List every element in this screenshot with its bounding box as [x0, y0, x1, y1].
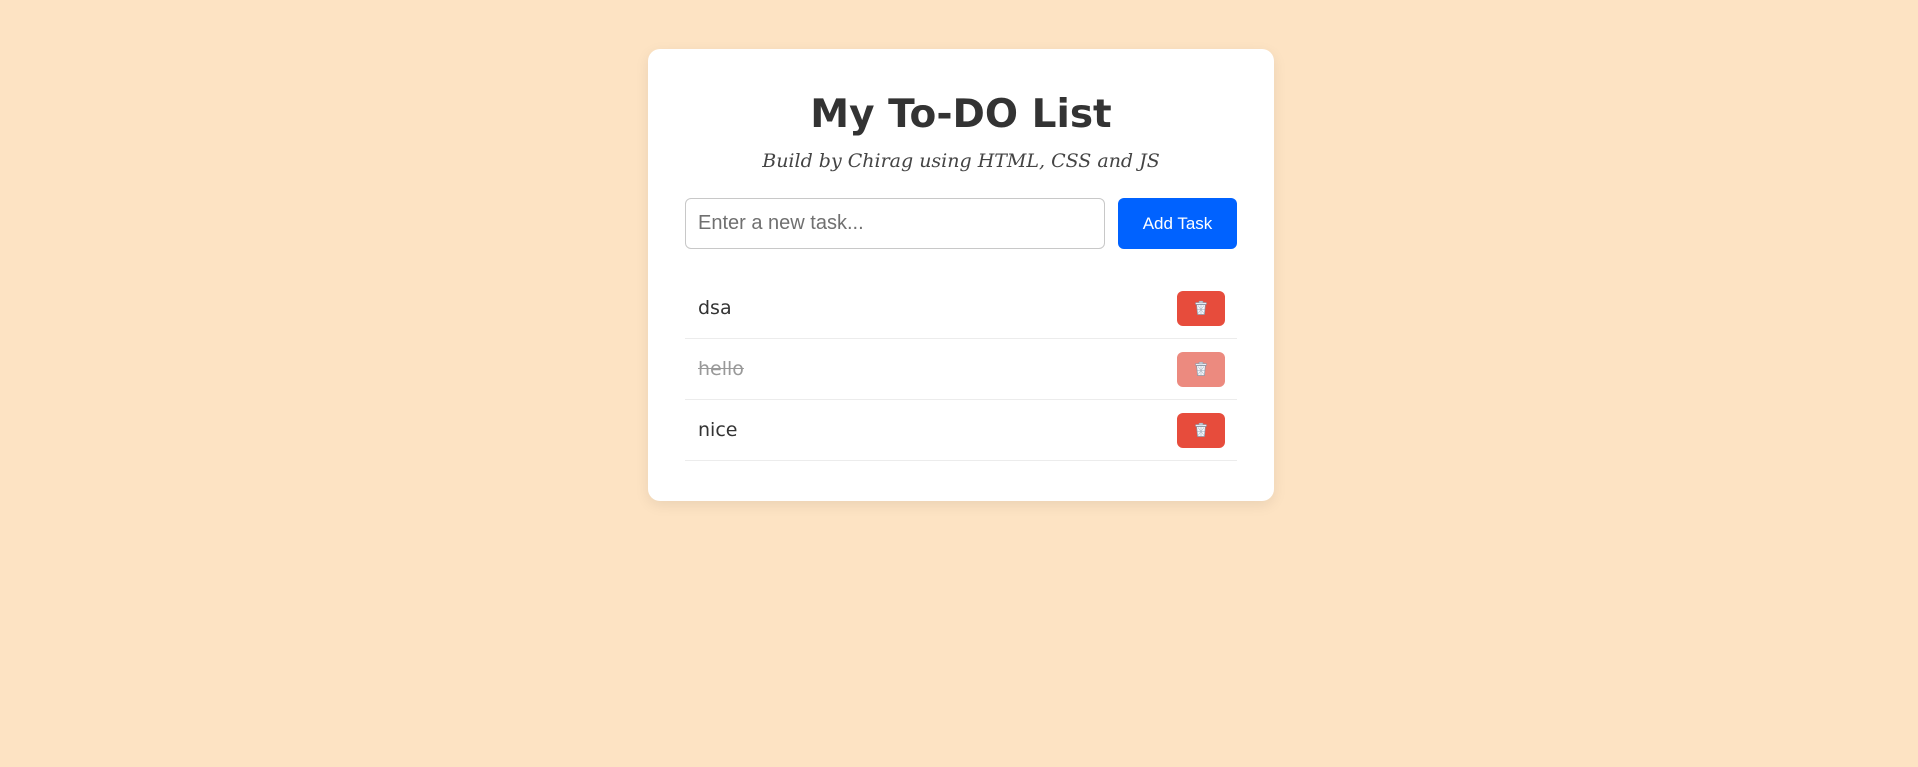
- task-input-row: Add Task: [685, 198, 1237, 249]
- task-text[interactable]: hello: [698, 358, 744, 380]
- add-task-button[interactable]: Add Task: [1118, 198, 1237, 249]
- task-list: dsa hello nice: [685, 278, 1237, 461]
- delete-task-button[interactable]: [1177, 351, 1225, 387]
- task-item[interactable]: hello: [685, 339, 1237, 400]
- delete-task-button[interactable]: [1177, 412, 1225, 448]
- trash-icon: [1195, 422, 1207, 437]
- task-item[interactable]: nice: [685, 400, 1237, 461]
- task-item[interactable]: dsa: [685, 278, 1237, 339]
- page-subtitle: Build by Chirag using HTML, CSS and JS: [762, 150, 1160, 172]
- trash-icon: [1195, 361, 1207, 376]
- task-text[interactable]: nice: [698, 419, 737, 441]
- task-input[interactable]: [685, 198, 1105, 249]
- delete-task-button[interactable]: [1177, 290, 1225, 326]
- page-title: My To-DO List: [810, 92, 1112, 137]
- trash-icon: [1195, 300, 1207, 315]
- todo-card: My To-DO List Build by Chirag using HTML…: [648, 49, 1274, 501]
- task-text[interactable]: dsa: [698, 297, 732, 319]
